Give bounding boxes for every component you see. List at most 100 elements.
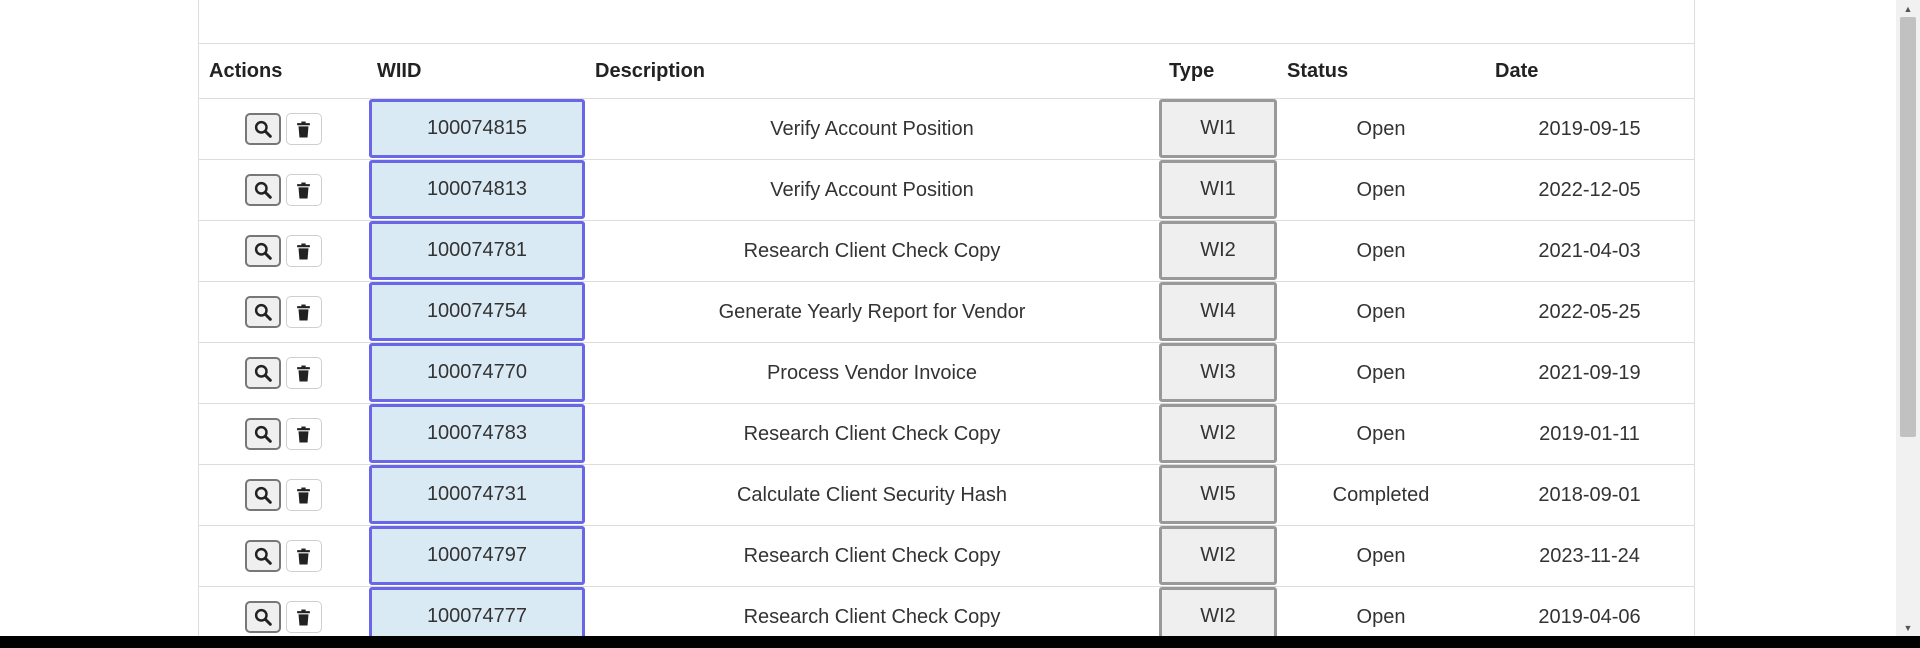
table-row: 100074770 Process Vendor Invoice WI3 Open 20… (199, 342, 1694, 404)
actions-cell (199, 464, 367, 526)
view-button[interactable] (244, 113, 281, 145)
table-body: 100074815 Verify Account Position WI1 Open 2… (199, 98, 1694, 648)
status-cell: Open (1277, 525, 1485, 587)
wiid-value[interactable]: 100074815 (369, 99, 585, 158)
wiid-value[interactable]: 100074770 (369, 343, 585, 402)
actions-cell (199, 159, 367, 221)
actions-cell (199, 281, 367, 343)
delete-button[interactable] (285, 540, 322, 572)
search-icon (254, 425, 272, 443)
view-button[interactable] (244, 601, 281, 633)
description-cell: Research Client Check Copy (585, 403, 1159, 465)
wiid-value[interactable]: 100074783 (369, 404, 585, 463)
wiid-value[interactable]: 100074754 (369, 282, 585, 341)
delete-button[interactable] (285, 174, 322, 206)
status-cell: Open (1277, 159, 1485, 221)
scrollbar-thumb[interactable] (1900, 17, 1916, 437)
scroll-down-arrow-icon[interactable]: ▼ (1896, 619, 1920, 636)
work-items-table: Actions WIID Description Type Status Dat… (199, 43, 1694, 648)
table-header: Actions WIID Description Type Status Dat… (199, 43, 1694, 99)
row-actions (199, 113, 367, 145)
status-cell: Completed (1277, 464, 1485, 526)
wiid-value[interactable]: 100074781 (369, 221, 585, 280)
search-icon (254, 547, 272, 565)
status-cell: Open (1277, 98, 1485, 160)
wiid-value[interactable]: 100074797 (369, 526, 585, 585)
table-row: 100074797 Research Client Check Copy WI2 Op… (199, 525, 1694, 587)
delete-button[interactable] (285, 479, 322, 511)
view-button[interactable] (244, 296, 281, 328)
header-status[interactable]: Status (1277, 43, 1485, 99)
trash-icon (296, 609, 311, 626)
wiid-value[interactable]: 100074813 (369, 160, 585, 219)
trash-icon (296, 487, 311, 504)
status-cell: Open (1277, 281, 1485, 343)
status-cell: Open (1277, 342, 1485, 404)
description-cell: Research Client Check Copy (585, 525, 1159, 587)
actions-cell (199, 98, 367, 160)
table-row: 100074754 Generate Yearly Report for Vend… (199, 281, 1694, 343)
type-value[interactable]: WI2 (1159, 404, 1277, 463)
search-icon (254, 181, 272, 199)
type-value[interactable]: WI4 (1159, 282, 1277, 341)
row-actions (199, 418, 367, 450)
type-cell: WI2 (1159, 525, 1277, 587)
view-button[interactable] (244, 479, 281, 511)
description-cell: Verify Account Position (585, 159, 1159, 221)
trash-icon (296, 304, 311, 321)
wiid-cell: 100074815 (367, 98, 585, 160)
actions-cell (199, 403, 367, 465)
wiid-cell: 100074731 (367, 464, 585, 526)
delete-button[interactable] (285, 296, 322, 328)
header-date[interactable]: Date (1485, 43, 1694, 99)
table-row: 100074781 Research Client Check Copy WI2 Op… (199, 220, 1694, 282)
header-row: Actions WIID Description Type Status Dat… (199, 43, 1694, 99)
header-actions: Actions (199, 43, 367, 99)
header-type[interactable]: Type (1159, 43, 1277, 99)
row-actions (199, 479, 367, 511)
delete-button[interactable] (285, 113, 322, 145)
delete-button[interactable] (285, 601, 322, 633)
view-button[interactable] (244, 357, 281, 389)
date-cell: 2018-09-01 (1485, 464, 1694, 526)
date-cell: 2019-09-15 (1485, 98, 1694, 160)
type-cell: WI3 (1159, 342, 1277, 404)
wiid-cell: 100074813 (367, 159, 585, 221)
type-value[interactable]: WI2 (1159, 526, 1277, 585)
vertical-scrollbar[interactable]: ▲ ▼ (1896, 0, 1920, 636)
description-cell: Generate Yearly Report for Vendor (585, 281, 1159, 343)
row-actions (199, 601, 367, 633)
header-wiid[interactable]: WIID (367, 43, 585, 99)
header-description[interactable]: Description (585, 43, 1159, 99)
type-cell: WI2 (1159, 220, 1277, 282)
type-value[interactable]: WI3 (1159, 343, 1277, 402)
row-actions (199, 174, 367, 206)
search-icon (254, 608, 272, 626)
type-cell: WI4 (1159, 281, 1277, 343)
delete-button[interactable] (285, 357, 322, 389)
search-icon (254, 303, 272, 321)
scroll-up-arrow-icon[interactable]: ▲ (1896, 0, 1920, 17)
bottom-black-bar (0, 636, 1920, 648)
view-button[interactable] (244, 540, 281, 572)
description-cell: Research Client Check Copy (585, 220, 1159, 282)
description-cell: Verify Account Position (585, 98, 1159, 160)
search-icon (254, 120, 272, 138)
delete-button[interactable] (285, 235, 322, 267)
row-actions (199, 357, 367, 389)
type-value[interactable]: WI1 (1159, 160, 1277, 219)
wiid-value[interactable]: 100074731 (369, 465, 585, 524)
cut-off-intro-text (199, 0, 1694, 2)
view-button[interactable] (244, 174, 281, 206)
view-button[interactable] (244, 418, 281, 450)
table-row: 100074815 Verify Account Position WI1 Open 2… (199, 98, 1694, 160)
date-cell: 2022-12-05 (1485, 159, 1694, 221)
wiid-cell: 100074770 (367, 342, 585, 404)
type-value[interactable]: WI1 (1159, 99, 1277, 158)
trash-icon (296, 548, 311, 565)
type-value[interactable]: WI2 (1159, 221, 1277, 280)
view-button[interactable] (244, 235, 281, 267)
table-row: 100074783 Research Client Check Copy WI2 Op… (199, 403, 1694, 465)
delete-button[interactable] (285, 418, 322, 450)
type-value[interactable]: WI5 (1159, 465, 1277, 524)
